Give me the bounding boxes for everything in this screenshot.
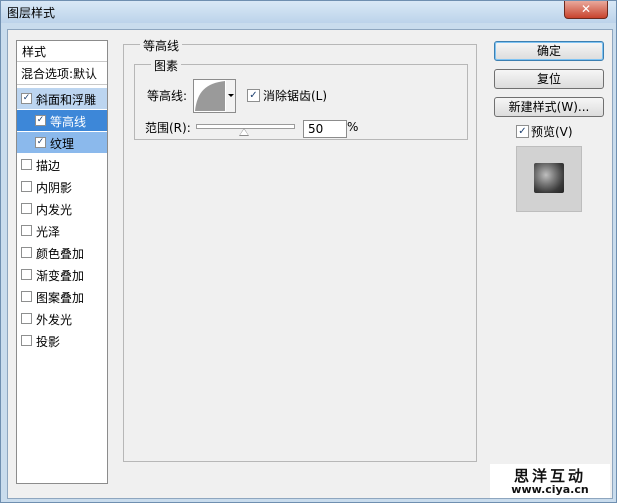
contour-label: 等高线: [147,89,188,103]
range-unit: % [347,120,359,134]
style-item-satin[interactable]: 光泽 [17,220,107,241]
contour-panel-title: 等高线 [140,37,183,54]
inner-glow-checkbox[interactable] [21,203,32,214]
reset-button[interactable]: 复位 [494,69,604,89]
close-button[interactable]: ✕ [564,1,608,19]
blend-options-item[interactable]: 混合选项:默认 [17,62,107,85]
preview-label[interactable]: 预览(V) [531,123,573,140]
style-item-texture[interactable]: ✓ 纹理 [17,132,107,153]
drop-shadow-checkbox[interactable] [21,335,32,346]
contour-panel: 等高线 图素 等高线: ✓ 消除锯齿(L) 范围(R): 50 % [123,37,477,462]
anti-alias-checkbox[interactable]: ✓ [247,89,260,102]
style-item-inner-shadow[interactable]: 内阴影 [17,176,107,197]
styles-list: 样式 混合选项:默认 ✓ 斜面和浮雕 ✓ 等高线 ✓ 纹理 描边 内阴影 内发光… [16,40,108,484]
style-item-bevel-emboss[interactable]: ✓ 斜面和浮雕 [17,88,107,109]
new-style-button[interactable]: 新建样式(W)... [494,97,604,117]
watermark-url: www.ciya.cn [511,483,589,496]
ok-button[interactable]: 确定 [494,41,604,61]
contour-curve-icon [195,81,225,111]
style-item-outer-glow[interactable]: 外发光 [17,308,107,329]
window-title: 图层样式 [7,6,56,20]
outer-glow-checkbox[interactable] [21,313,32,324]
contour-checkbox[interactable]: ✓ [35,115,46,126]
bevel-emboss-checkbox[interactable]: ✓ [21,93,32,104]
color-overlay-checkbox[interactable] [21,247,32,258]
styles-list-header[interactable]: 样式 [17,41,107,62]
preview-texture-image [534,163,564,193]
dialog-client-area: 样式 混合选项:默认 ✓ 斜面和浮雕 ✓ 等高线 ✓ 纹理 描边 内阴影 内发光… [7,29,613,499]
range-slider-thumb[interactable] [239,128,249,136]
inner-shadow-checkbox[interactable] [21,181,32,192]
anti-alias-label[interactable]: 消除锯齿(L) [263,87,327,104]
style-preview-swatch [516,146,582,212]
range-label: 范围(R): [145,121,191,135]
close-icon: ✕ [580,2,592,16]
site-watermark: 思洋互动 www.ciya.cn [490,464,610,498]
pattern-overlay-checkbox[interactable] [21,291,32,302]
contour-picker[interactable] [193,79,227,113]
title-bar: 图层样式 ✕ [1,1,616,23]
style-item-drop-shadow[interactable]: 投影 [17,330,107,351]
satin-checkbox[interactable] [21,225,32,236]
elements-group: 图素 等高线: ✓ 消除锯齿(L) 范围(R): 50 % [134,57,468,140]
style-item-inner-glow[interactable]: 内发光 [17,198,107,219]
layer-style-dialog: 图层样式 ✕ 样式 混合选项:默认 ✓ 斜面和浮雕 ✓ 等高线 ✓ 纹理 描边 [0,0,617,503]
gradient-overlay-checkbox[interactable] [21,269,32,280]
elements-group-title: 图素 [151,57,182,74]
stroke-checkbox[interactable] [21,159,32,170]
preview-checkbox[interactable]: ✓ [516,125,529,138]
style-item-pattern-overlay[interactable]: 图案叠加 [17,286,107,307]
style-item-contour[interactable]: ✓ 等高线 [17,110,107,131]
range-input[interactable]: 50 [303,120,347,138]
style-item-gradient-overlay[interactable]: 渐变叠加 [17,264,107,285]
style-item-stroke[interactable]: 描边 [17,154,107,175]
style-item-color-overlay[interactable]: 颜色叠加 [17,242,107,263]
texture-checkbox[interactable]: ✓ [35,137,46,148]
contour-dropdown-button[interactable] [226,79,236,113]
